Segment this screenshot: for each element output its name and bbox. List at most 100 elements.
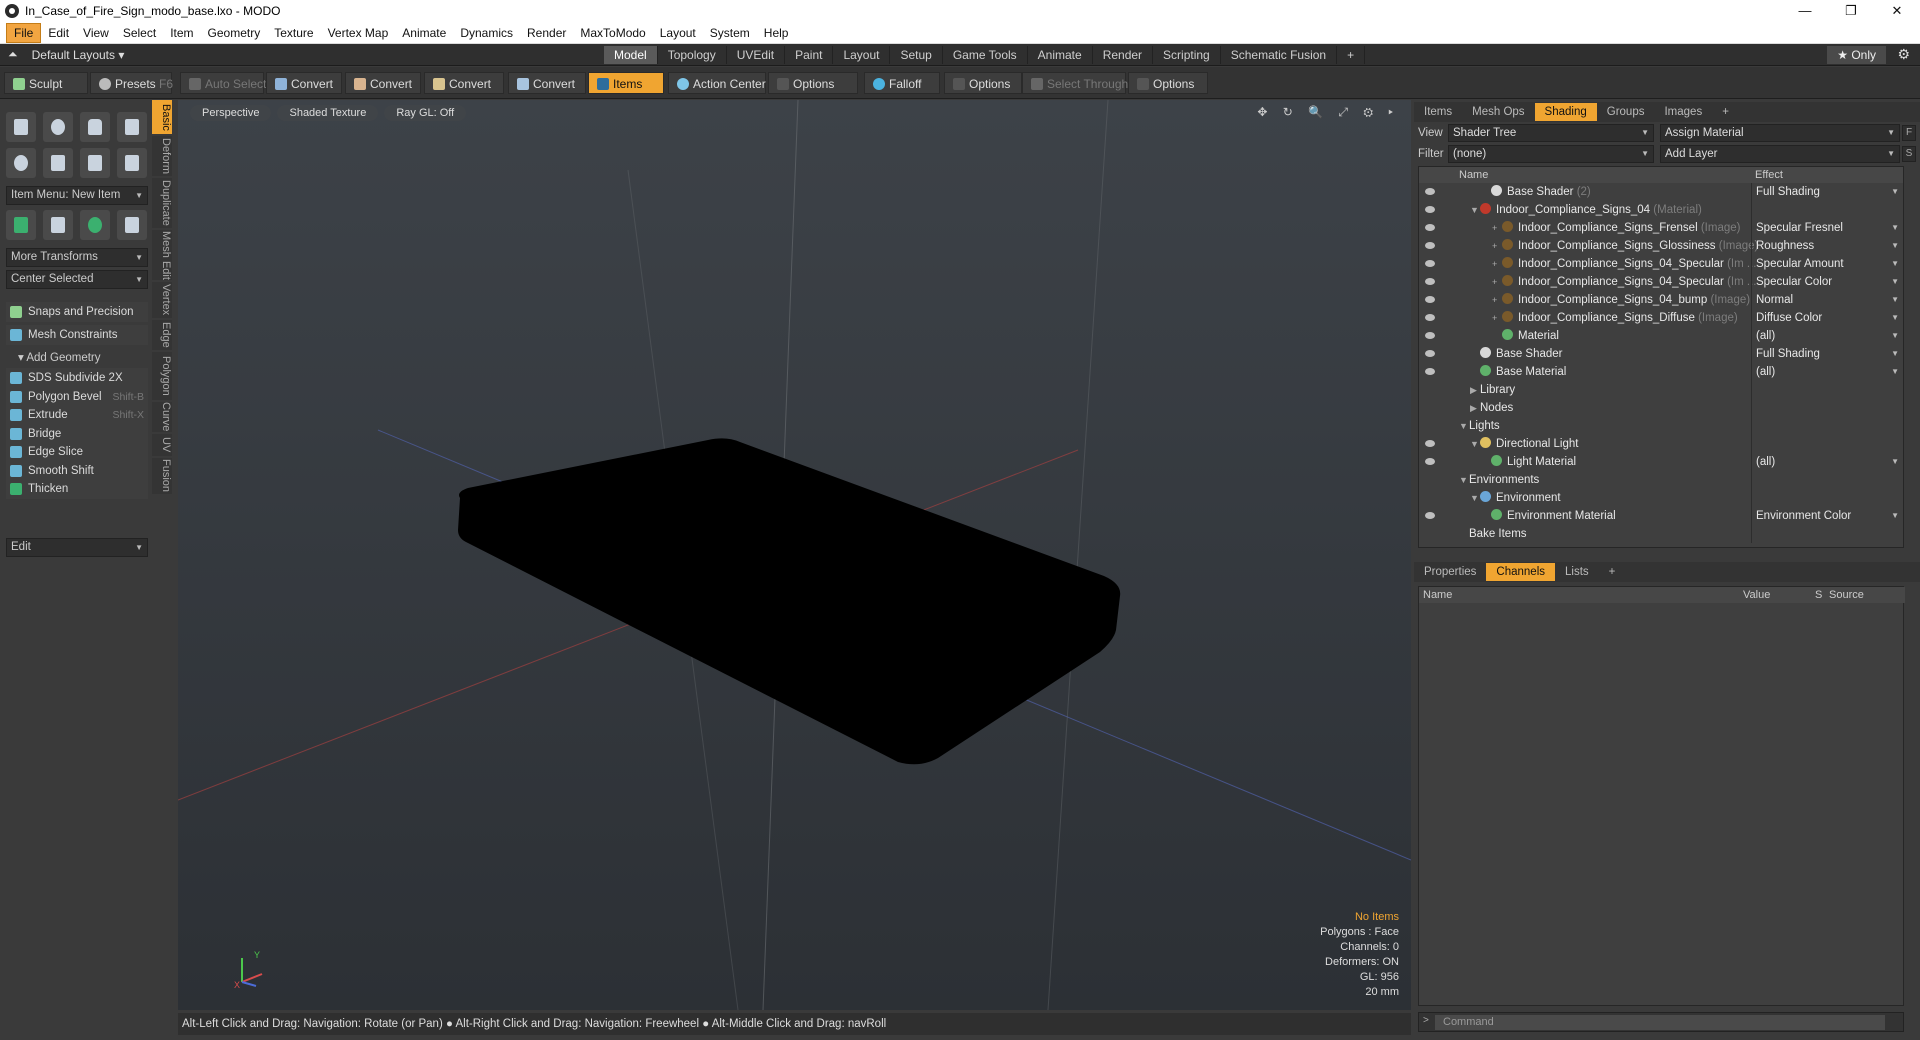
sign-mesh[interactable] [458, 438, 1121, 765]
channel-s-header[interactable]: S [1815, 587, 1822, 603]
menu-select[interactable]: Select [116, 24, 163, 42]
menu-maxtomodo[interactable]: MaxToModo [573, 24, 652, 42]
select-options-button[interactable]: Options [1128, 72, 1208, 94]
items-mode-button[interactable]: Items [588, 72, 664, 94]
shader-tree-row[interactable]: Base Shader (2) Full Shading [1419, 183, 1903, 201]
filter-dropdown[interactable]: (none) [1448, 145, 1654, 163]
action-center-button[interactable]: Action Center [668, 72, 766, 94]
expand-toggle-icon[interactable]: ▼ [1470, 201, 1480, 219]
tab-scripting[interactable]: Scripting [1153, 46, 1221, 64]
shader-tree-row[interactable]: + Indoor_Compliance_Signs_Glossiness (Ima… [1419, 237, 1903, 255]
visibility-eye-icon[interactable] [1425, 206, 1435, 213]
more-transforms-dropdown[interactable]: More Transforms [6, 248, 148, 267]
expand-toggle-icon[interactable]: + [1492, 255, 1502, 273]
tab-shading[interactable]: Shading [1534, 103, 1597, 121]
expand-toggle-icon[interactable]: + [1492, 291, 1502, 309]
cube-icon[interactable] [6, 112, 36, 142]
capsule-icon[interactable] [43, 148, 73, 178]
expand-toggle-icon[interactable]: + [1492, 273, 1502, 291]
f-button[interactable]: F [1902, 125, 1916, 141]
auto-select-button[interactable]: Auto Select [180, 72, 266, 94]
visibility-eye-icon[interactable] [1425, 314, 1435, 321]
sphere-icon[interactable] [43, 112, 73, 142]
center-selected-dropdown[interactable]: Center Selected [6, 270, 148, 289]
shader-tree-row[interactable]: Light Material (all) [1419, 453, 1903, 471]
s-button[interactable]: S [1902, 146, 1916, 162]
cylinder-icon[interactable] [80, 112, 110, 142]
tool-edge-slice[interactable]: Edge Slice [6, 442, 148, 462]
visibility-eye-icon[interactable] [1425, 440, 1435, 447]
shader-tree-row[interactable]: ▼ Indoor_Compliance_Signs_04 (Material) [1419, 201, 1903, 219]
layer-effect[interactable]: (all) [1751, 363, 1903, 381]
tab-images[interactable]: Images [1654, 103, 1712, 121]
shader-tree-row[interactable]: ▼ Environment [1419, 489, 1903, 507]
tab-setup[interactable]: Setup [890, 46, 943, 64]
minimize-button[interactable]: — [1782, 0, 1828, 22]
snaps-precision-button[interactable]: Snaps and Precision [6, 302, 148, 322]
layer-effect[interactable]: Full Shading [1751, 345, 1903, 363]
tab-layout[interactable]: Layout [833, 46, 891, 64]
convert-vertices-button[interactable]: Convert [266, 72, 342, 94]
expand-toggle-icon[interactable]: ▼ [1459, 417, 1469, 435]
shader-tree-row[interactable]: + Indoor_Compliance_Signs_Diffuse (Image)… [1419, 309, 1903, 327]
vtab-duplicate[interactable]: Duplicate [152, 178, 172, 228]
tab-groups[interactable]: Groups [1597, 103, 1655, 121]
tab-uvedit[interactable]: UVEdit [727, 46, 786, 64]
channel-source-header[interactable]: Source [1829, 587, 1864, 603]
channel-value-header[interactable]: Value [1743, 587, 1770, 603]
shader-tree-row[interactable]: ▼Environments [1419, 471, 1903, 489]
3d-viewport[interactable]: Perspective Shaded Texture Ray GL: Off ✥… [178, 100, 1411, 1010]
lowertab-channels[interactable]: Channels [1486, 563, 1556, 581]
action-center-options-button[interactable]: Options [768, 72, 858, 94]
edit-dropdown[interactable]: Edit [6, 538, 148, 557]
tool-extrude[interactable]: Extrude Shift-X [6, 405, 148, 425]
layer-effect[interactable]: Specular Amount [1751, 255, 1903, 273]
globe-icon[interactable] [80, 210, 110, 240]
falloff-options-button[interactable]: Options [944, 72, 1022, 94]
visibility-eye-icon[interactable] [1425, 278, 1435, 285]
tool-polygon-bevel[interactable]: Polygon Bevel Shift-B [6, 386, 148, 407]
shader-tree-row[interactable]: ▼Lights [1419, 417, 1903, 435]
layer-effect[interactable]: Normal [1751, 291, 1903, 309]
viewport-nav-icons[interactable]: ✥ ↻ 🔍 ⤢ ⚙ ▸ [1257, 105, 1399, 120]
shader-tree-row[interactable]: ▶ Nodes [1419, 399, 1903, 417]
vtab-deform[interactable]: Deform [152, 136, 172, 176]
tab-game-tools[interactable]: Game Tools [943, 46, 1028, 64]
visibility-eye-icon[interactable] [1425, 188, 1435, 195]
name-column-header[interactable]: Name [1459, 167, 1488, 183]
menu-vertex-map[interactable]: Vertex Map [321, 24, 396, 42]
shaded-texture-button[interactable]: Shaded Texture [277, 105, 379, 121]
view-dropdown[interactable]: Shader Tree [1448, 124, 1654, 142]
tool-thicken[interactable]: Thicken [6, 479, 148, 499]
menu-help[interactable]: Help [757, 24, 796, 42]
menu-item[interactable]: Item [163, 24, 200, 42]
only-button[interactable]: ★ Only [1827, 46, 1886, 64]
shader-tree-row[interactable]: Base Shader Full Shading [1419, 345, 1903, 363]
falloff-button[interactable]: Falloff [864, 72, 940, 94]
tab-topology[interactable]: Topology [658, 46, 727, 64]
shader-tree-row[interactable]: + Indoor_Compliance_Signs_04_bump (Image)… [1419, 291, 1903, 309]
add-layer-dropdown[interactable]: Add Layer [1660, 145, 1900, 163]
layer-effect[interactable]: Specular Color [1751, 273, 1903, 291]
perspective-button[interactable]: Perspective [190, 105, 272, 121]
channels-list[interactable]: Name Value S Source [1418, 586, 1905, 1006]
pen-icon[interactable] [80, 148, 110, 178]
menu-file[interactable]: File [6, 22, 42, 43]
layer-effect[interactable]: Diffuse Color [1751, 309, 1903, 327]
vtab-uv[interactable]: UV [152, 434, 172, 456]
shader-tree-row[interactable]: + Indoor_Compliance_Signs_04_Specular (Im… [1419, 255, 1903, 273]
menu-view[interactable]: View [76, 24, 116, 42]
presets-button[interactable]: Presets F6 [90, 72, 173, 94]
ray-gl-button[interactable]: Ray GL: Off [384, 105, 467, 121]
shader-tree-row[interactable]: + Indoor_Compliance_Signs_04_Specular (Im… [1419, 273, 1903, 291]
channel-name-header[interactable]: Name [1423, 587, 1452, 603]
visibility-eye-icon[interactable] [1425, 350, 1435, 357]
visibility-eye-icon[interactable] [1425, 224, 1435, 231]
tab-model[interactable]: Model [604, 46, 658, 64]
expand-toggle-icon[interactable]: + [1492, 309, 1502, 327]
mesh-constraints-button[interactable]: Mesh Constraints [6, 325, 148, 345]
tab-render[interactable]: Render [1093, 46, 1154, 64]
shader-tree-row[interactable]: Environment Material Environment Color [1419, 507, 1903, 525]
close-button[interactable]: ✕ [1874, 0, 1920, 22]
assign-material-dropdown[interactable]: Assign Material [1660, 124, 1900, 142]
